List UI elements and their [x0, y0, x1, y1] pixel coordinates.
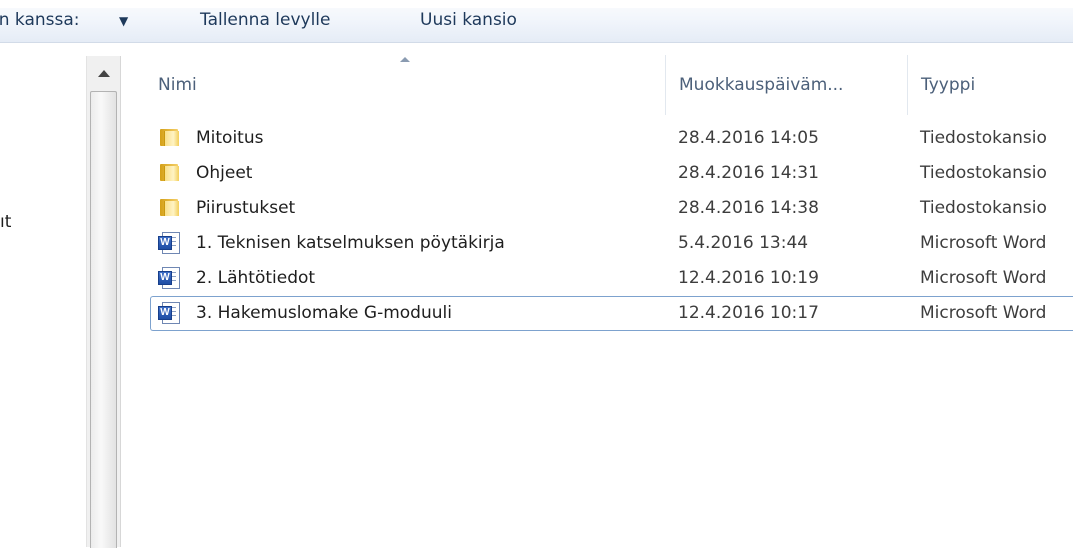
file-type: Microsoft Word: [920, 268, 1047, 288]
scrollbar-thumb[interactable]: [90, 91, 117, 548]
column-header-name-label: Nimi: [158, 75, 197, 95]
file-row-mitoitus[interactable]: Mitoitus 28.4.2016 14:05 Tiedostokansio: [150, 121, 1073, 156]
sort-ascending-icon: [400, 57, 410, 62]
folder-icon: [158, 196, 180, 218]
column-header-date-modified[interactable]: Muokkauspäiväm...: [665, 55, 908, 115]
file-row-hakemuslomake-g-moduuli[interactable]: W 3. Hakemuslomake G-moduuli 12.4.2016 1…: [150, 296, 1073, 331]
folder-icon: [158, 161, 180, 183]
share-dropdown-arrow-icon[interactable]: ▼: [119, 14, 128, 28]
toolbar-top-strip: [0, 0, 1073, 8]
navigation-pane-scrollbar[interactable]: [86, 56, 121, 548]
command-bar: ın kanssa: ▼ Tallenna levylle Uusi kansi…: [0, 0, 1073, 43]
column-header-type[interactable]: Tyyppi: [907, 55, 1073, 115]
file-list: Mitoitus 28.4.2016 14:05 Tiedostokansio …: [150, 121, 1073, 331]
burn-to-disc-button[interactable]: Tallenna levylle: [200, 10, 330, 30]
folder-icon: [158, 126, 180, 148]
word-document-icon: W: [158, 301, 180, 324]
file-name: 2. Lähtötiedot: [196, 268, 316, 288]
file-row-teknisen-katselmuksen-poytakirja[interactable]: W 1. Teknisen katselmuksen pöytäkirja 5.…: [150, 226, 1073, 261]
file-date: 28.4.2016 14:05: [678, 128, 819, 148]
file-row-ohjeet[interactable]: Ohjeet 28.4.2016 14:31 Tiedostokansio: [150, 156, 1073, 191]
navigation-pane[interactable]: ıt: [0, 43, 86, 547]
new-folder-button[interactable]: Uusi kansio: [420, 10, 517, 30]
column-header-type-label: Tyyppi: [921, 75, 976, 95]
file-row-lahtotiedot[interactable]: W 2. Lähtötiedot 12.4.2016 10:19 Microso…: [150, 261, 1073, 296]
file-type: Microsoft Word: [920, 233, 1047, 253]
column-header-name[interactable]: Nimi: [150, 55, 664, 115]
file-row-piirustukset[interactable]: Piirustukset 28.4.2016 14:38 Tiedostokan…: [150, 191, 1073, 226]
file-type: Tiedostokansio: [920, 198, 1047, 218]
word-document-icon: W: [158, 266, 180, 289]
scroll-up-arrow-icon[interactable]: [98, 70, 110, 77]
file-type: Microsoft Word: [920, 303, 1047, 323]
file-name: Mitoitus: [196, 128, 264, 148]
file-date: 28.4.2016 14:38: [678, 198, 819, 218]
file-name: 3. Hakemuslomake G-moduuli: [196, 303, 452, 323]
file-type: Tiedostokansio: [920, 163, 1047, 183]
column-header: Nimi Muokkauspäiväm... Tyyppi: [150, 55, 1073, 115]
nav-item-partial-label[interactable]: ıt: [0, 212, 11, 232]
word-document-icon: W: [158, 231, 180, 254]
file-date: 5.4.2016 13:44: [678, 233, 809, 253]
file-type: Tiedostokansio: [920, 128, 1047, 148]
file-name: Piirustukset: [196, 198, 296, 218]
file-date: 12.4.2016 10:17: [678, 303, 819, 323]
column-header-date-label: Muokkauspäiväm...: [679, 75, 844, 95]
file-name: Ohjeet: [196, 163, 253, 183]
file-name: 1. Teknisen katselmuksen pöytäkirja: [196, 233, 505, 253]
share-with-button[interactable]: ın kanssa:: [0, 10, 80, 30]
file-date: 28.4.2016 14:31: [678, 163, 819, 183]
file-date: 12.4.2016 10:19: [678, 268, 819, 288]
